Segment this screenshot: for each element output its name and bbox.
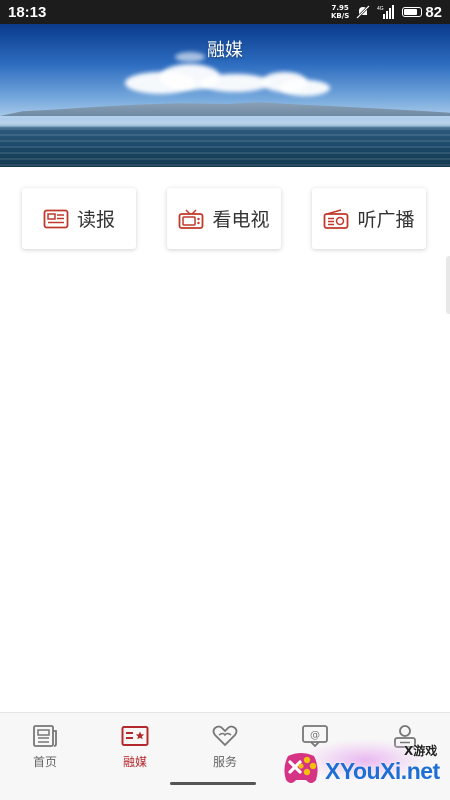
network-speed: 7.95 KB/S <box>331 4 349 20</box>
battery-indicator: 82 <box>402 4 442 21</box>
watermark-brand: XYouXi.net <box>325 758 440 784</box>
read-newspaper-label: 读报 <box>76 209 115 231</box>
listen-radio-card[interactable]: 听广播 <box>312 188 426 249</box>
status-bar: 18:13 7.95 KB/S 4G 82 <box>0 0 450 24</box>
edge-swipe-handle[interactable] <box>446 256 450 314</box>
heart-hands-icon <box>212 725 238 747</box>
status-time: 18:13 <box>8 3 47 21</box>
tab-media-label: 融媒 <box>122 755 147 769</box>
network-speed-unit: KB/S <box>330 12 350 20</box>
battery-icon <box>402 7 423 17</box>
battery-level: 82 <box>425 3 442 21</box>
header-banner: 融媒 <box>0 24 450 167</box>
radio-icon <box>323 208 349 229</box>
banner-sea <box>0 116 450 167</box>
svg-text:4G: 4G <box>377 6 384 12</box>
watermark: X游戏 XYouXi.net <box>280 732 445 796</box>
gamepad-logo-icon <box>284 753 318 783</box>
tab-service-label: 服务 <box>212 755 237 769</box>
signal-icon: 4G <box>377 5 395 19</box>
mute-icon <box>356 5 371 19</box>
listen-radio-label: 听广播 <box>357 209 415 231</box>
network-speed-value: 7.95 <box>331 4 349 12</box>
tab-home-label: 首页 <box>32 755 57 769</box>
read-newspaper-card[interactable]: 读报 <box>22 188 136 249</box>
media-icon <box>121 726 149 746</box>
tv-icon <box>178 208 204 229</box>
watermark-small-text: X游戏 <box>404 744 438 758</box>
watch-tv-label: 看电视 <box>212 209 270 231</box>
watch-tv-card[interactable]: 看电视 <box>167 188 281 249</box>
status-icons: 7.95 KB/S 4G 82 <box>331 4 442 21</box>
newspaper-icon <box>43 209 69 229</box>
news-icon <box>33 725 57 747</box>
home-indicator[interactable] <box>170 782 256 785</box>
banner-mountains <box>0 102 450 116</box>
tab-media[interactable]: 融媒 <box>100 723 170 783</box>
tab-service[interactable]: 服务 <box>190 723 260 783</box>
page-title: 融媒 <box>207 40 243 61</box>
tab-home[interactable]: 首页 <box>10 723 80 783</box>
